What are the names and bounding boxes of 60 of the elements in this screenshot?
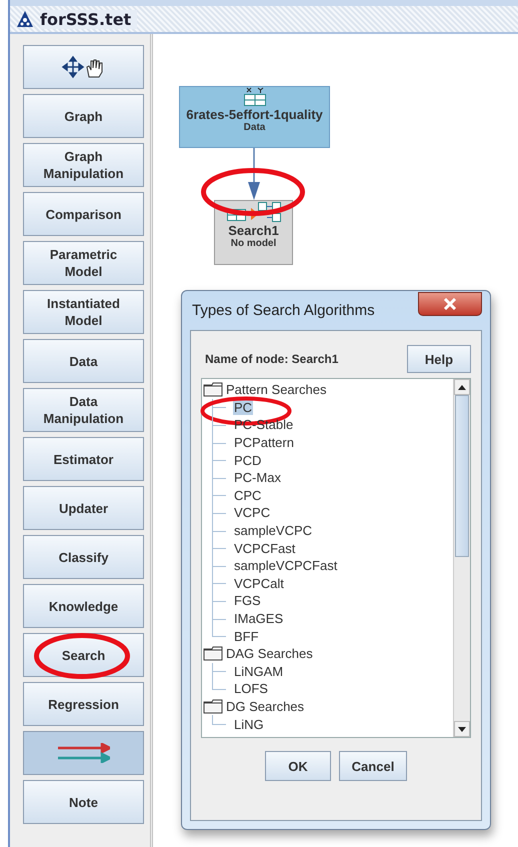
node-name: Search1 (228, 223, 279, 238)
tool-button[interactable]: Knowledge (23, 584, 144, 628)
tool-button[interactable]: Updater (23, 486, 144, 530)
app-logo-icon (16, 10, 34, 28)
node-name-label: Name of node: Search1 (205, 352, 338, 366)
tree-item[interactable]: VCPC (233, 505, 272, 520)
node-name: 6rates-5effort-1quality (186, 107, 323, 122)
tool-button[interactable]: Comparison (23, 192, 144, 236)
tree-folder[interactable]: DG Searches (225, 698, 306, 714)
tree-item[interactable]: PC (233, 400, 254, 415)
scrollbar[interactable] (453, 379, 470, 737)
window-title: forSSS.tet (40, 10, 138, 28)
scroll-up-button[interactable] (454, 379, 470, 395)
up-arrow-icon (458, 384, 466, 390)
node-type: No model (230, 238, 276, 249)
tree-item[interactable]: sampleVCPC (233, 523, 314, 538)
tool-button[interactable]: Classify (23, 535, 144, 579)
tool-button[interactable]: Data (23, 339, 144, 383)
move-tool-button[interactable] (23, 45, 144, 89)
tree-item[interactable]: LiNG (233, 716, 265, 732)
tool-button[interactable]: Graph (23, 94, 144, 138)
data-node[interactable]: 6rates-5effort-1quality Data (179, 86, 330, 148)
tree-item[interactable]: CPC (233, 488, 262, 503)
tree-item[interactable]: PCD (233, 452, 262, 468)
tree-item[interactable]: IMaGES (233, 611, 284, 626)
tree-folder[interactable]: Pattern Searches (225, 382, 328, 398)
edge-arrow (248, 148, 260, 200)
tree-item[interactable]: LOFS (233, 681, 269, 696)
tree-item[interactable]: VCPCalt (233, 576, 285, 591)
scroll-down-button[interactable] (454, 721, 470, 737)
tree-item[interactable]: VCPCFast (233, 540, 296, 556)
search-node-icon (226, 201, 282, 223)
tree-item[interactable]: PC-Max (233, 470, 282, 486)
edge-tool-button[interactable] (23, 731, 144, 775)
scroll-thumb[interactable] (455, 395, 469, 557)
arrows-icon (58, 743, 110, 763)
node-type: Data (244, 122, 266, 133)
dialog-title: Types of Search Algorithms (192, 302, 375, 319)
tree-item[interactable]: PCPattern (233, 435, 295, 450)
down-arrow-icon (458, 726, 466, 732)
tree-item[interactable]: sampleVCPCFast (233, 558, 338, 574)
tree-item[interactable]: BFF (233, 628, 260, 644)
tool-button[interactable]: Parametric Model (23, 241, 144, 285)
tree-folder[interactable]: DAG Searches (225, 646, 314, 662)
close-icon (443, 298, 457, 310)
search-node[interactable]: Search1 No model (214, 200, 293, 265)
tool-button[interactable]: Instantiated Model (23, 290, 144, 334)
close-button[interactable] (418, 292, 482, 316)
data-table-icon (242, 87, 266, 107)
tree-item[interactable]: LiNGAM (233, 664, 284, 679)
cancel-button[interactable]: Cancel (339, 751, 407, 781)
tool-button[interactable]: Regression (23, 682, 144, 726)
tool-button[interactable]: Estimator (23, 437, 144, 481)
tool-button[interactable]: Graph Manipulation (23, 143, 144, 187)
tool-button[interactable]: Note (23, 780, 144, 824)
tool-button[interactable]: Search (23, 633, 144, 677)
tool-button[interactable]: Data Manipulation (23, 388, 144, 432)
help-button[interactable]: Help (407, 345, 471, 373)
tree-item[interactable]: FGS (233, 593, 262, 608)
ok-button[interactable]: OK (265, 751, 331, 781)
